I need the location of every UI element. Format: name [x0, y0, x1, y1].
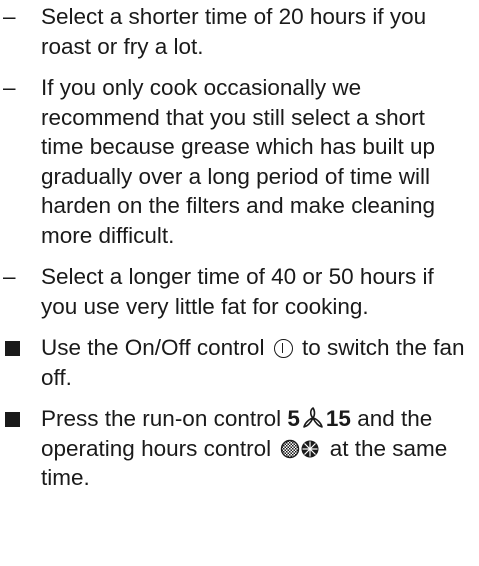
dash-marker: – — [3, 264, 16, 289]
dash-marker: – — [3, 4, 16, 29]
step-text-before: Use the On/Off control — [41, 335, 265, 360]
step-item: Press the run-on control 5 15 and the op… — [0, 404, 479, 493]
list-item: – If you only cook occasionally we recom… — [0, 73, 479, 250]
run-on-min-value: 5 — [287, 406, 300, 431]
list-item-text: Select a shorter time of 20 hours if you… — [41, 4, 427, 59]
step-item: Use the On/Off control to switch the fan… — [0, 333, 479, 392]
power-icon — [273, 339, 293, 358]
list-item-text: Select a longer time of 40 or 50 hours i… — [41, 264, 434, 319]
run-on-max-value: 15 — [325, 406, 351, 431]
step-text-before: Press the run-on control — [41, 406, 282, 431]
list-item-text: If you only cook occasionally we recomme… — [41, 75, 436, 248]
list-item: – Select a longer time of 40 or 50 hours… — [0, 262, 479, 321]
fan-icon — [303, 407, 323, 428]
step-square-bullet — [5, 412, 20, 427]
step-square-bullet — [5, 341, 20, 356]
instruction-page: – Select a shorter time of 20 hours if y… — [0, 0, 479, 566]
filter-hours-icon — [281, 439, 319, 458]
list-item: – Select a shorter time of 20 hours if y… — [0, 2, 479, 61]
dash-marker: – — [3, 75, 16, 100]
